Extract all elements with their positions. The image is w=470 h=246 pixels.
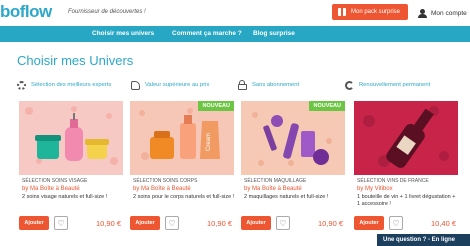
product-description: 1 bouteille de vin + 1 livret dégustatio… — [357, 194, 456, 207]
feature-label: Sélection des meilleurs experts — [31, 82, 112, 88]
add-to-cart-button[interactable]: Ajouter — [19, 216, 49, 230]
feature-no-subscription: Sans abonnement — [238, 79, 300, 90]
feature-value: Valeur supérieure au prix — [131, 80, 209, 90]
product-image-wine[interactable] — [354, 101, 458, 175]
product-category: SÉLECTION SOINS VISAGE — [22, 178, 88, 184]
favorite-heart-icon[interactable]: ♡ — [389, 216, 403, 230]
product-description: 2 soins visage naturels et full-size ! — [22, 194, 108, 200]
product-price: 10,90 € — [95, 219, 121, 228]
feature-renewal: Renouvellement permanent — [345, 80, 430, 90]
gift-icon — [338, 8, 346, 16]
refresh-icon — [345, 80, 354, 90]
surprise-pack-label: Mon pack surprise — [351, 9, 401, 15]
product-category: SÉLECTION VINS DE FRANCE — [357, 178, 429, 184]
top-bar: boflow Fournisseur de découvertes ! Mon … — [0, 0, 470, 26]
product-card[interactable]: SÉLECTION VINS DE FRANCE by My Vitibox 1… — [354, 101, 458, 234]
logo[interactable]: boflow — [0, 2, 52, 22]
product-image-makeup[interactable]: NOUVEAU — [241, 101, 345, 175]
product-card[interactable]: Cream NOUVEAU SÉLECTION SOINS CORPS by M… — [130, 101, 234, 234]
main-nav: Choisir mes univers Comment ça marche ? … — [0, 26, 470, 42]
feature-label: Sans abonnement — [252, 82, 300, 88]
tagline: Fournisseur de découvertes ! — [68, 9, 146, 15]
product-card[interactable]: SÉLECTION SOINS VISAGE by Ma Boîte à Bea… — [19, 101, 123, 234]
page-title: Choisir mes Univers — [17, 53, 134, 68]
user-icon — [418, 8, 427, 18]
product-price: 10,90 € — [317, 219, 343, 228]
account-label: Mon compte — [431, 9, 467, 17]
product-price: 10,40 € — [430, 219, 456, 228]
product-card[interactable]: NOUVEAU SÉLECTION MAQUILLAGE by Ma Boîte… — [241, 101, 345, 234]
product-brand-link[interactable]: by Ma Boîte à Beauté — [22, 186, 80, 192]
nav-item-univers[interactable]: Choisir mes univers — [92, 30, 154, 37]
product-brand-link[interactable]: by My Vitibox — [357, 186, 393, 192]
product-category: SÉLECTION SOINS CORPS — [133, 178, 198, 184]
gear-icon — [17, 80, 26, 90]
favorite-heart-icon[interactable]: ♡ — [54, 216, 68, 230]
live-chat-button[interactable]: Une question ? - En ligne — [377, 234, 470, 246]
product-image-body-care[interactable]: Cream NOUVEAU — [130, 101, 234, 175]
nav-item-how-it-works[interactable]: Comment ça marche ? — [172, 30, 242, 37]
product-image-face-care[interactable] — [19, 101, 123, 175]
product-description: 2 soins pour le corps naturels et full-s… — [133, 194, 235, 200]
product-brand-link[interactable]: by Ma Boîte à Beauté — [244, 186, 302, 192]
new-badge: NOUVEAU — [198, 101, 234, 111]
product-brand-link[interactable]: by Ma Boîte à Beauté — [133, 186, 191, 192]
thumbs-up-icon — [131, 80, 140, 90]
lock-icon — [238, 79, 247, 90]
add-to-cart-button[interactable]: Ajouter — [241, 216, 271, 230]
surprise-pack-button[interactable]: Mon pack surprise — [332, 4, 408, 20]
svg-text:Cream: Cream — [206, 133, 212, 151]
product-price: 10,90 € — [206, 219, 232, 228]
favorite-heart-icon[interactable]: ♡ — [165, 216, 179, 230]
product-description: 2 maquillages naturels et full-size ! — [244, 194, 329, 200]
product-category: SÉLECTION MAQUILLAGE — [244, 178, 307, 184]
feature-experts: Sélection des meilleurs experts — [17, 80, 111, 90]
nav-item-blog[interactable]: Blog surprise — [253, 30, 295, 37]
feature-label: Valeur supérieure au prix — [145, 82, 210, 88]
feature-label: Renouvellement permanent — [359, 82, 431, 88]
favorite-heart-icon[interactable]: ♡ — [276, 216, 290, 230]
new-badge: NOUVEAU — [309, 101, 345, 111]
add-to-cart-button[interactable]: Ajouter — [130, 216, 160, 230]
account-link[interactable]: Mon compte — [418, 6, 470, 20]
add-to-cart-button[interactable]: Ajouter — [354, 216, 384, 230]
